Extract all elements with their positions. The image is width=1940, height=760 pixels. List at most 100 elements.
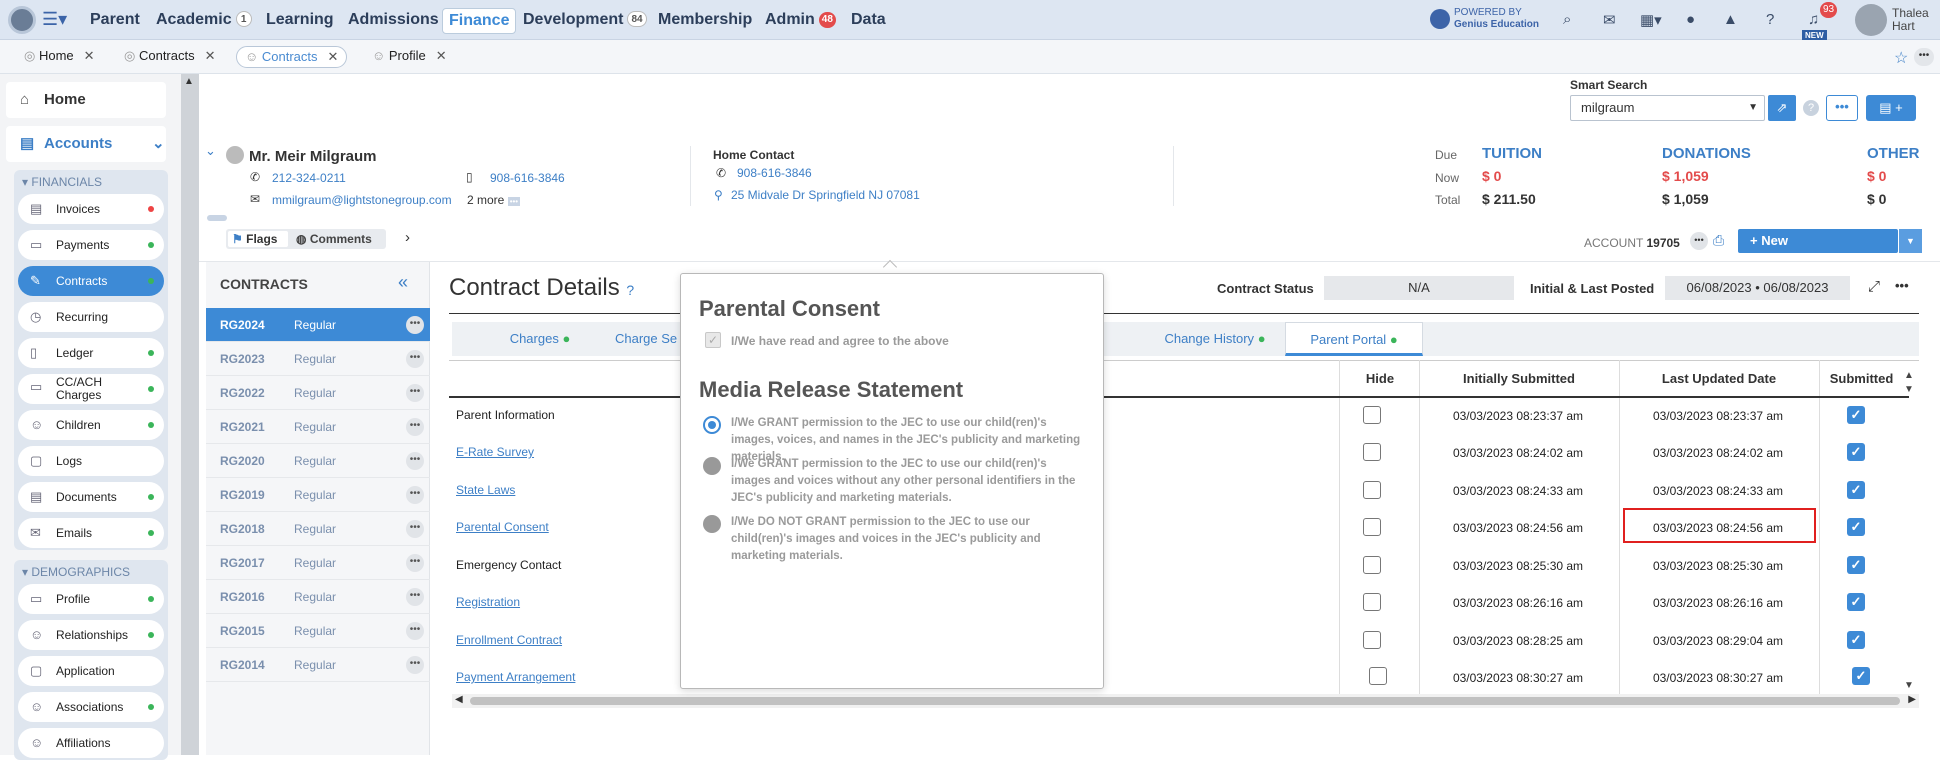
nav-learning[interactable]: Learning	[260, 8, 340, 34]
star-icon[interactable]: ☆	[1894, 48, 1908, 68]
tab-contracts-1[interactable]: ◎ Contracts ✕	[116, 46, 224, 68]
contract-row[interactable]: RG2020 Regular •••	[206, 444, 430, 478]
scroll-up-icon[interactable]: ▲	[184, 76, 194, 87]
sidebar-item-contracts[interactable]: ✎ Contracts	[18, 266, 164, 296]
nav-development[interactable]: Development 84	[517, 8, 653, 34]
nav-membership[interactable]: Membership	[652, 8, 758, 34]
nav-data[interactable]: Data	[845, 8, 892, 34]
contact-mobile[interactable]: 908-616-3846	[490, 171, 565, 185]
row-more-icon[interactable]: •••	[406, 350, 424, 368]
building-icon[interactable]: ▲	[1723, 11, 1738, 28]
add-card-button[interactable]: ▤ +	[1866, 95, 1916, 121]
print-icon[interactable]: ⎙	[1713, 232, 1724, 249]
media-option-radio-2[interactable]	[703, 457, 721, 475]
hide-checkbox[interactable]	[1363, 518, 1381, 536]
sidebar-item-application[interactable]: ▢ Application	[18, 656, 164, 686]
contract-row[interactable]: RG2021 Regular •••	[206, 410, 430, 444]
donations-label[interactable]: DONATIONS	[1662, 145, 1751, 162]
contact-name[interactable]: Mr. Meir Milgraum	[249, 148, 377, 165]
close-icon[interactable]: ✕	[328, 49, 339, 64]
more-icon[interactable]: •••	[1895, 278, 1909, 293]
close-icon[interactable]: ✕	[84, 48, 95, 63]
contact-email[interactable]: mmilgraum@lightstonegroup.com	[272, 193, 452, 207]
tab-charges[interactable]: Charges ●	[480, 322, 600, 356]
row-more-icon[interactable]: •••	[406, 486, 424, 504]
tab-home[interactable]: ◎ Home ✕	[16, 46, 103, 68]
comments-button[interactable]: ◍ Comments	[296, 231, 372, 247]
media-option-radio-1[interactable]	[703, 416, 721, 434]
tab-profile[interactable]: ☺ Profile ✕	[364, 46, 455, 68]
hamburger-menu-icon[interactable]: ☰▾	[42, 9, 67, 30]
search-icon[interactable]: ⌕	[1563, 11, 1571, 28]
hide-checkbox[interactable]	[1363, 406, 1381, 424]
scroll-right-icon[interactable]: ▶	[1908, 694, 1916, 705]
scroll-thumb[interactable]	[470, 697, 1900, 705]
contract-row[interactable]: RG2016 Regular •••	[206, 580, 430, 614]
sidebar-item-invoices[interactable]: ▤ Invoices	[18, 194, 164, 224]
sidebar-home[interactable]: ⌂ Home	[6, 82, 166, 118]
avatar[interactable]	[1855, 4, 1887, 36]
sidebar-item-children[interactable]: ☺ Children	[18, 410, 164, 440]
expand-icon[interactable]: ⤢	[1868, 278, 1880, 295]
sidebar-item-affiliations[interactable]: ☺ Affiliations	[18, 728, 164, 758]
tab-change-history[interactable]: Change History ●	[1150, 322, 1280, 356]
contract-row[interactable]: RG2015 Regular •••	[206, 614, 430, 648]
close-icon[interactable]: ✕	[205, 48, 216, 63]
contract-row[interactable]: RG2023 Regular •••	[206, 342, 430, 376]
row-label-link[interactable]: Parental Consent	[456, 520, 549, 534]
hide-checkbox[interactable]	[1369, 667, 1387, 685]
new-button[interactable]: + New	[1738, 229, 1898, 253]
user-name[interactable]: Thalea Hart	[1892, 7, 1929, 33]
row-more-icon[interactable]: •••	[406, 418, 424, 436]
contact-phone[interactable]: 212-324-0211	[272, 171, 346, 185]
hide-checkbox[interactable]	[1363, 481, 1381, 499]
nav-admissions[interactable]: Admissions	[342, 8, 445, 34]
new-dropdown-icon[interactable]: ▼	[1898, 229, 1922, 253]
row-more-icon[interactable]: •••	[406, 656, 424, 674]
sidebar-item-cc-ach-charges[interactable]: ▭ CC/ACH Charges	[18, 374, 164, 404]
submitted-checkbox[interactable]: ✓	[1852, 667, 1870, 685]
scroll-down-icon[interactable]: ▼	[1904, 680, 1914, 691]
tab-contracts-2[interactable]: ☺ Contracts ✕	[236, 46, 348, 68]
contract-row[interactable]: RG2022 Regular •••	[206, 376, 430, 410]
collapse-chevron-icon[interactable]: ⌄	[205, 143, 216, 159]
help-icon[interactable]: ?	[1766, 11, 1774, 28]
sidebar-item-ledger[interactable]: ▯ Ledger	[18, 338, 164, 368]
sidebar-item-profile[interactable]: ▭ Profile	[18, 584, 164, 614]
sidebar-item-associations[interactable]: ☺ Associations	[18, 692, 164, 722]
mail-icon[interactable]: ✉	[1603, 11, 1616, 29]
row-more-icon[interactable]: •••	[406, 384, 424, 402]
chat-icon[interactable]: ●	[1686, 11, 1695, 28]
more-options-button[interactable]: •••	[1826, 95, 1858, 121]
calculator-icon[interactable]: ▦▾	[1640, 11, 1662, 29]
scroll-down-icon[interactable]: ▼	[1904, 384, 1914, 395]
other-label[interactable]: OTHER	[1867, 145, 1920, 162]
smart-search-input[interactable]: milgraum ▼	[1570, 95, 1765, 121]
sidebar-item-payments[interactable]: ▭ Payments	[18, 230, 164, 260]
contract-row[interactable]: RG2014 Regular •••	[206, 648, 430, 682]
school-logo[interactable]	[8, 6, 36, 34]
more-contacts[interactable]: 2 more •••	[467, 193, 521, 207]
bell-icon[interactable]: ♫	[1808, 11, 1819, 28]
sidebar-item-recurring[interactable]: ◷ Recurring	[18, 302, 164, 332]
agree-checkbox[interactable]: ✓	[705, 332, 721, 348]
row-more-icon[interactable]: •••	[406, 316, 424, 334]
tab-parent-portal[interactable]: Parent Portal ●	[1285, 322, 1423, 356]
contract-row[interactable]: RG2018 Regular •••	[206, 512, 430, 546]
scroll-left-icon[interactable]: ◀	[455, 694, 463, 705]
row-more-icon[interactable]: •••	[406, 452, 424, 470]
nav-admin[interactable]: Admin 48	[759, 8, 842, 34]
submitted-checkbox[interactable]: ✓	[1847, 481, 1865, 499]
tab-charge-schedule[interactable]: Charge Se	[615, 322, 685, 356]
collapse-left-icon[interactable]: «	[398, 272, 408, 293]
row-label-link[interactable]: State Laws	[456, 483, 515, 497]
nav-academic[interactable]: Academic 1	[150, 8, 258, 34]
tuition-label[interactable]: TUITION	[1482, 145, 1542, 162]
contract-row[interactable]: RG2019 Regular •••	[206, 478, 430, 512]
row-more-icon[interactable]: •••	[406, 622, 424, 640]
open-external-icon[interactable]: ⇗	[1768, 95, 1796, 121]
row-label-link[interactable]: Payment Arrangement	[456, 670, 575, 684]
help-icon[interactable]: ?	[626, 282, 634, 298]
close-icon[interactable]: ✕	[436, 48, 447, 63]
row-label-link[interactable]: E-Rate Survey	[456, 445, 534, 459]
